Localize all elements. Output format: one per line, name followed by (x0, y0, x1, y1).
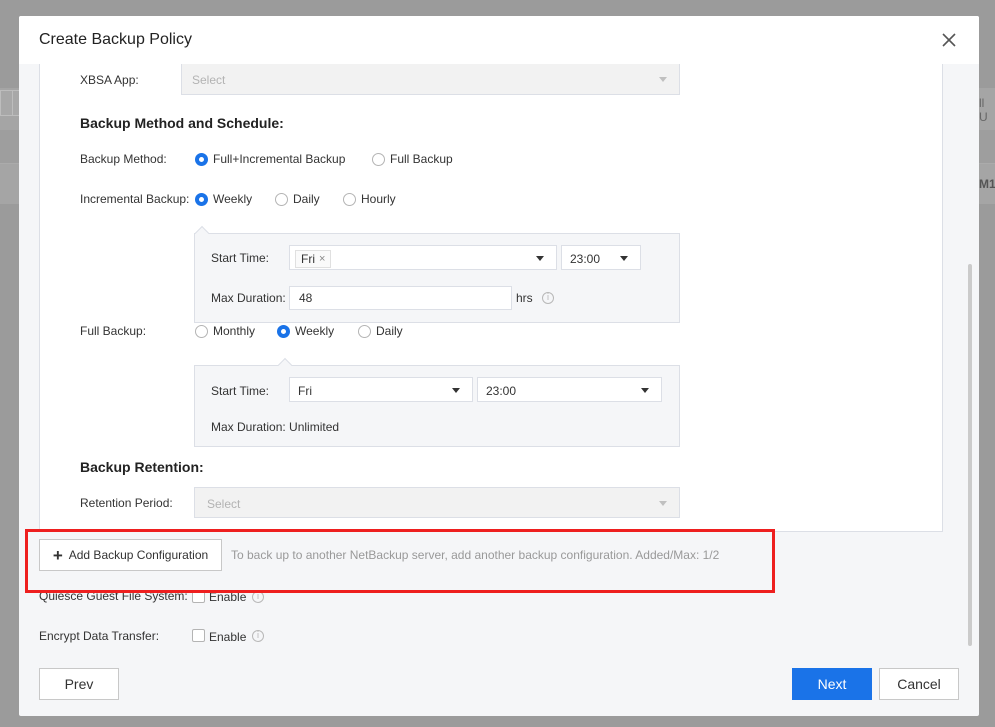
background-label: M1 (979, 177, 995, 191)
remove-tag-icon[interactable]: × (319, 253, 325, 265)
radio-indicator (195, 152, 208, 166)
incremental-max-duration-label: Max Duration: (211, 291, 286, 305)
scrollbar-thumb[interactable] (968, 264, 972, 646)
radio-full-monthly[interactable]: Monthly (195, 324, 255, 338)
radio-indicator (343, 192, 356, 206)
radio-label: Full Backup (390, 152, 453, 166)
day-tag: Fri × (295, 250, 332, 268)
retention-period-label: Retention Period: (80, 496, 173, 510)
cancel-button[interactable]: Cancel (879, 668, 959, 700)
radio-full-daily[interactable]: Daily (358, 324, 403, 338)
radio-label: Full+Incremental Backup (213, 152, 346, 166)
info-icon[interactable]: i (252, 630, 264, 642)
xbsa-app-select[interactable]: Select (181, 64, 680, 95)
max-duration-input[interactable]: 48 (289, 286, 512, 310)
backup-method-heading: Backup Method and Schedule: (80, 115, 284, 131)
create-backup-policy-dialog: Create Backup Policy XBSA App: Select Ba… (19, 16, 979, 716)
radio-label: Hourly (361, 192, 396, 206)
chevron-down-icon (659, 501, 667, 506)
dialog-title: Create Backup Policy (39, 31, 192, 48)
highlight-box (25, 529, 775, 593)
box-pointer (194, 225, 210, 241)
day-tag-label: Fri (301, 252, 315, 266)
hours-unit-label: hrs (516, 291, 533, 305)
full-backup-label: Full Backup: (80, 324, 147, 338)
encrypt-label: Encrypt Data Transfer: (39, 629, 160, 643)
xbsa-app-label: XBSA App: (80, 73, 139, 87)
box-pointer (277, 357, 293, 373)
info-icon[interactable]: i (542, 292, 554, 304)
full-time-select[interactable]: 23:00 (477, 377, 662, 402)
radio-label: Weekly (295, 324, 335, 338)
full-day-select[interactable]: Fri (289, 377, 473, 402)
radio-indicator (195, 324, 208, 338)
radio-indicator (277, 324, 290, 338)
xbsa-app-placeholder: Select (192, 73, 226, 87)
radio-incremental-hourly[interactable]: Hourly (343, 192, 396, 206)
chevron-down-icon (536, 256, 544, 261)
radio-label: Weekly (213, 192, 253, 206)
full-day-value: Fri (298, 384, 312, 398)
incremental-time-select[interactable]: 23:00 (561, 245, 641, 270)
background-label: ll U (979, 96, 988, 124)
dialog-header: Create Backup Policy (19, 16, 979, 64)
radio-full-weekly[interactable]: Weekly (277, 324, 334, 338)
radio-indicator (372, 152, 385, 166)
encrypt-enable-label: Enable (209, 630, 247, 644)
full-max-duration-text: Max Duration: Unlimited (211, 420, 340, 434)
prev-button[interactable]: Prev (39, 668, 119, 700)
incremental-start-time-label: Start Time: (211, 251, 270, 265)
retention-placeholder: Select (207, 497, 241, 511)
chevron-down-icon (641, 388, 649, 393)
close-button[interactable] (939, 30, 959, 50)
radio-label: Monthly (213, 324, 256, 338)
backup-configuration-panel: XBSA App: Select Backup Method and Sched… (39, 64, 943, 532)
radio-label: Daily (293, 192, 320, 206)
backup-retention-heading: Backup Retention: (80, 459, 204, 475)
close-icon (942, 33, 956, 47)
radio-indicator (358, 324, 371, 338)
chevron-down-icon (620, 256, 628, 261)
incremental-schedule-box: Start Time: Fri × 23:00 Max Duration: 48… (194, 225, 680, 323)
next-button[interactable]: Next (792, 668, 872, 700)
radio-indicator (195, 192, 208, 206)
radio-full-backup[interactable]: Full Backup (372, 152, 453, 166)
backup-method-label: Backup Method: (80, 152, 167, 166)
radio-incremental-daily[interactable]: Daily (275, 192, 320, 206)
incremental-backup-label: Incremental Backup: (80, 192, 190, 206)
chevron-down-icon (659, 77, 667, 82)
radio-indicator (275, 192, 288, 206)
full-start-time-label: Start Time: (211, 384, 270, 398)
incremental-day-select[interactable]: Fri × (289, 245, 557, 270)
encrypt-checkbox[interactable] (192, 629, 205, 642)
retention-period-select[interactable]: Select (194, 487, 680, 518)
chevron-down-icon (452, 388, 460, 393)
incremental-time-value: 23:00 (570, 252, 601, 266)
radio-label: Daily (376, 324, 403, 338)
full-schedule-box: Start Time: Fri 23:00 Max Duration: Unli… (194, 357, 680, 447)
radio-incremental-weekly[interactable]: Weekly (195, 192, 252, 206)
full-time-value: 23:00 (486, 384, 517, 398)
radio-full-incremental[interactable]: Full+Incremental Backup (195, 152, 345, 166)
